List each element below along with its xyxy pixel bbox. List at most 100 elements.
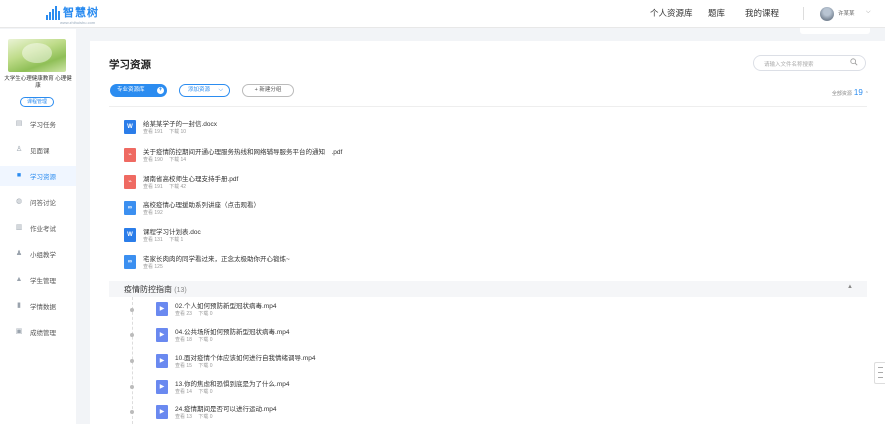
nav-question-bank[interactable]: 题库 [708, 7, 725, 19]
sidebar-item-resources[interactable]: ■ 学习资源 [0, 166, 76, 186]
logo-bars-icon [46, 6, 60, 20]
sidebar-item-label: 问答讨论 [30, 200, 56, 207]
group-icon: ♟ [15, 250, 23, 257]
floating-toolbar-icon[interactable] [874, 362, 885, 384]
tree-node-dot [130, 359, 134, 363]
logo[interactable]: 智慧树 www.zhihuishu.com [46, 6, 99, 25]
file-name[interactable]: 给某某学子的一封信.docx [143, 118, 217, 128]
video-file-icon: ▶ [156, 354, 168, 368]
tree-node-dot [130, 385, 134, 389]
sidebar-item-label: 学习资源 [30, 174, 56, 181]
new-group-button[interactable]: + 新建分组 [242, 84, 294, 97]
total-count: 全部资源 19 ⌃ [832, 88, 869, 97]
task-icon: ▤ [15, 120, 23, 127]
user-name[interactable]: 许某某 [838, 9, 855, 17]
sidebar-item-label: 学生管理 [30, 278, 56, 285]
brand-url: www.zhihuishu.com [60, 20, 96, 25]
file-meta: 查看 191 下载 10 [143, 129, 187, 135]
file-name[interactable]: 13.你的焦虑和恐惧到底是为了什么.mp4 [175, 378, 290, 388]
divider [109, 106, 867, 107]
chevron-up-icon[interactable]: ⌃ [865, 91, 869, 97]
sidebar-item-label: 成绩管理 [30, 330, 56, 337]
main-panel: 学习资源 请输入文件名称搜索 专业资源库 + 添加资源 ⌵ + 新建分组 全部资… [90, 41, 885, 424]
file-meta: 查看 192 [143, 210, 163, 216]
link-icon: ∞ [124, 255, 136, 269]
student-icon: ▲ [15, 276, 23, 283]
sidebar-item-label: 学情数据 [30, 304, 56, 311]
file-meta: 查看 131 下载 1 [143, 237, 184, 243]
search-icon[interactable] [850, 58, 858, 66]
video-file-icon: ▶ [156, 328, 168, 342]
sidebar-item-students[interactable]: ▲ 学生管理 [0, 270, 76, 290]
page-title: 学习资源 [109, 59, 151, 71]
group-header[interactable]: 疫情防控指南 (13) ▲ [109, 281, 867, 297]
chevron-down-icon: ⌵ [218, 87, 223, 93]
nav-personal-library[interactable]: 个人资源库 [650, 7, 693, 19]
search-input[interactable]: 请输入文件名称搜索 [753, 55, 866, 71]
sidebar-item-discussion[interactable]: ◍ 问答讨论 [0, 192, 76, 212]
collapse-icon[interactable]: ▲ [847, 284, 853, 290]
sidebar: 大学生心理健康教育 心理健康 课程管理 ▤ 学习任务 ♙ 见面课 ■ 学习资源 … [0, 29, 76, 424]
search-placeholder: 请输入文件名称搜索 [764, 62, 814, 68]
group-name: 疫情防控指南 [124, 285, 172, 294]
file-name[interactable]: 宅家长肉肉的同学看过来，正念太极助你开心锻炼~ [143, 253, 290, 263]
file-name[interactable]: 关于疫情防控期间开通心理服务热线和网络辅导服务平台的通知 .pdf [143, 146, 342, 156]
nav-my-courses[interactable]: 我的课程 [745, 7, 779, 19]
top-bar: 智慧树 www.zhihuishu.com 个人资源库 题库 我的课程 许某某 … [0, 0, 885, 28]
file-name[interactable]: 02.个人如何预防新型冠状病毒.mp4 [175, 300, 277, 310]
tree-node-dot [130, 308, 134, 312]
link-icon: ∞ [124, 201, 136, 215]
file-name[interactable]: 课程学习计划表.doc [143, 226, 201, 236]
group-title: 疫情防控指南 (13) [124, 284, 187, 295]
file-meta: 查看 23 下载 0 [175, 311, 213, 317]
course-cover-image[interactable] [8, 39, 66, 72]
course-manage-button[interactable]: 课程管理 [20, 97, 54, 107]
file-name[interactable]: 高校疫情心理援助系列讲座（点击观看） [143, 199, 260, 209]
video-file-icon: ▶ [156, 302, 168, 316]
button-label: 专业资源库 [117, 87, 145, 93]
sidebar-item-label: 学习任务 [30, 122, 56, 129]
video-file-icon: ▶ [156, 405, 168, 419]
brand-name: 智慧树 [63, 7, 99, 19]
file-name[interactable]: 24.疫情期间是否可以进行运动.mp4 [175, 403, 277, 413]
file-name[interactable]: 10.面对疫情个体应该如何进行自我情绪调导.mp4 [175, 352, 316, 362]
sidebar-item-exams[interactable]: ▥ 作业考试 [0, 218, 76, 238]
resource-icon: ■ [16, 172, 22, 179]
pdf-file-icon: ⌁ [124, 175, 136, 189]
tree-node-dot [130, 410, 134, 414]
person-icon: ♙ [15, 146, 23, 153]
video-file-icon: ▶ [156, 380, 168, 394]
grade-icon: ▣ [15, 328, 23, 335]
sidebar-item-group-teaching[interactable]: ♟ 小组教学 [0, 244, 76, 264]
file-meta: 查看 13 下载 0 [175, 414, 213, 420]
sidebar-item-label: 见面课 [30, 148, 50, 155]
sidebar-item-live-class[interactable]: ♙ 见面课 [0, 140, 76, 160]
sidebar-item-analytics[interactable]: ▮ 学情数据 [0, 296, 76, 316]
exam-icon: ▥ [15, 224, 23, 231]
file-meta: 查看 18 下载 0 [175, 337, 213, 343]
discussion-icon: ◍ [15, 198, 23, 205]
header-tab-shadow [800, 28, 870, 34]
group-count: (13) [174, 287, 187, 294]
file-meta: 查看 190 下载 14 [143, 157, 187, 163]
file-name[interactable]: 04.公共场所如何预防新型冠状病毒.mp4 [175, 326, 290, 336]
add-resource-button[interactable]: 添加资源 ⌵ [179, 84, 230, 97]
file-name[interactable]: 湖南省高校师生心理支持手册.pdf [143, 173, 238, 183]
sidebar-item-label: 作业考试 [30, 226, 56, 233]
word-file-icon: W [124, 228, 136, 242]
total-number: 19 [853, 88, 863, 97]
pdf-file-icon: ⌁ [124, 148, 136, 162]
nav-divider [803, 7, 804, 20]
sidebar-item-tasks[interactable]: ▤ 学习任务 [0, 114, 76, 134]
course-title: 大学生心理健康教育 心理健康 [4, 76, 72, 89]
sidebar-item-label: 小组教学 [30, 252, 56, 259]
file-meta: 查看 191 下载 42 [143, 184, 187, 190]
sidebar-item-grades[interactable]: ▣ 成绩管理 [0, 322, 76, 342]
chevron-down-icon[interactable]: ⌵ [866, 9, 871, 16]
file-meta: 查看 15 下载 0 [175, 363, 213, 369]
file-meta: 查看 14 下载 0 [175, 389, 213, 395]
professional-library-button[interactable]: 专业资源库 + [110, 84, 167, 97]
chart-icon: ▮ [17, 302, 21, 309]
total-label: 全部资源 [831, 91, 852, 97]
avatar[interactable] [820, 7, 834, 21]
